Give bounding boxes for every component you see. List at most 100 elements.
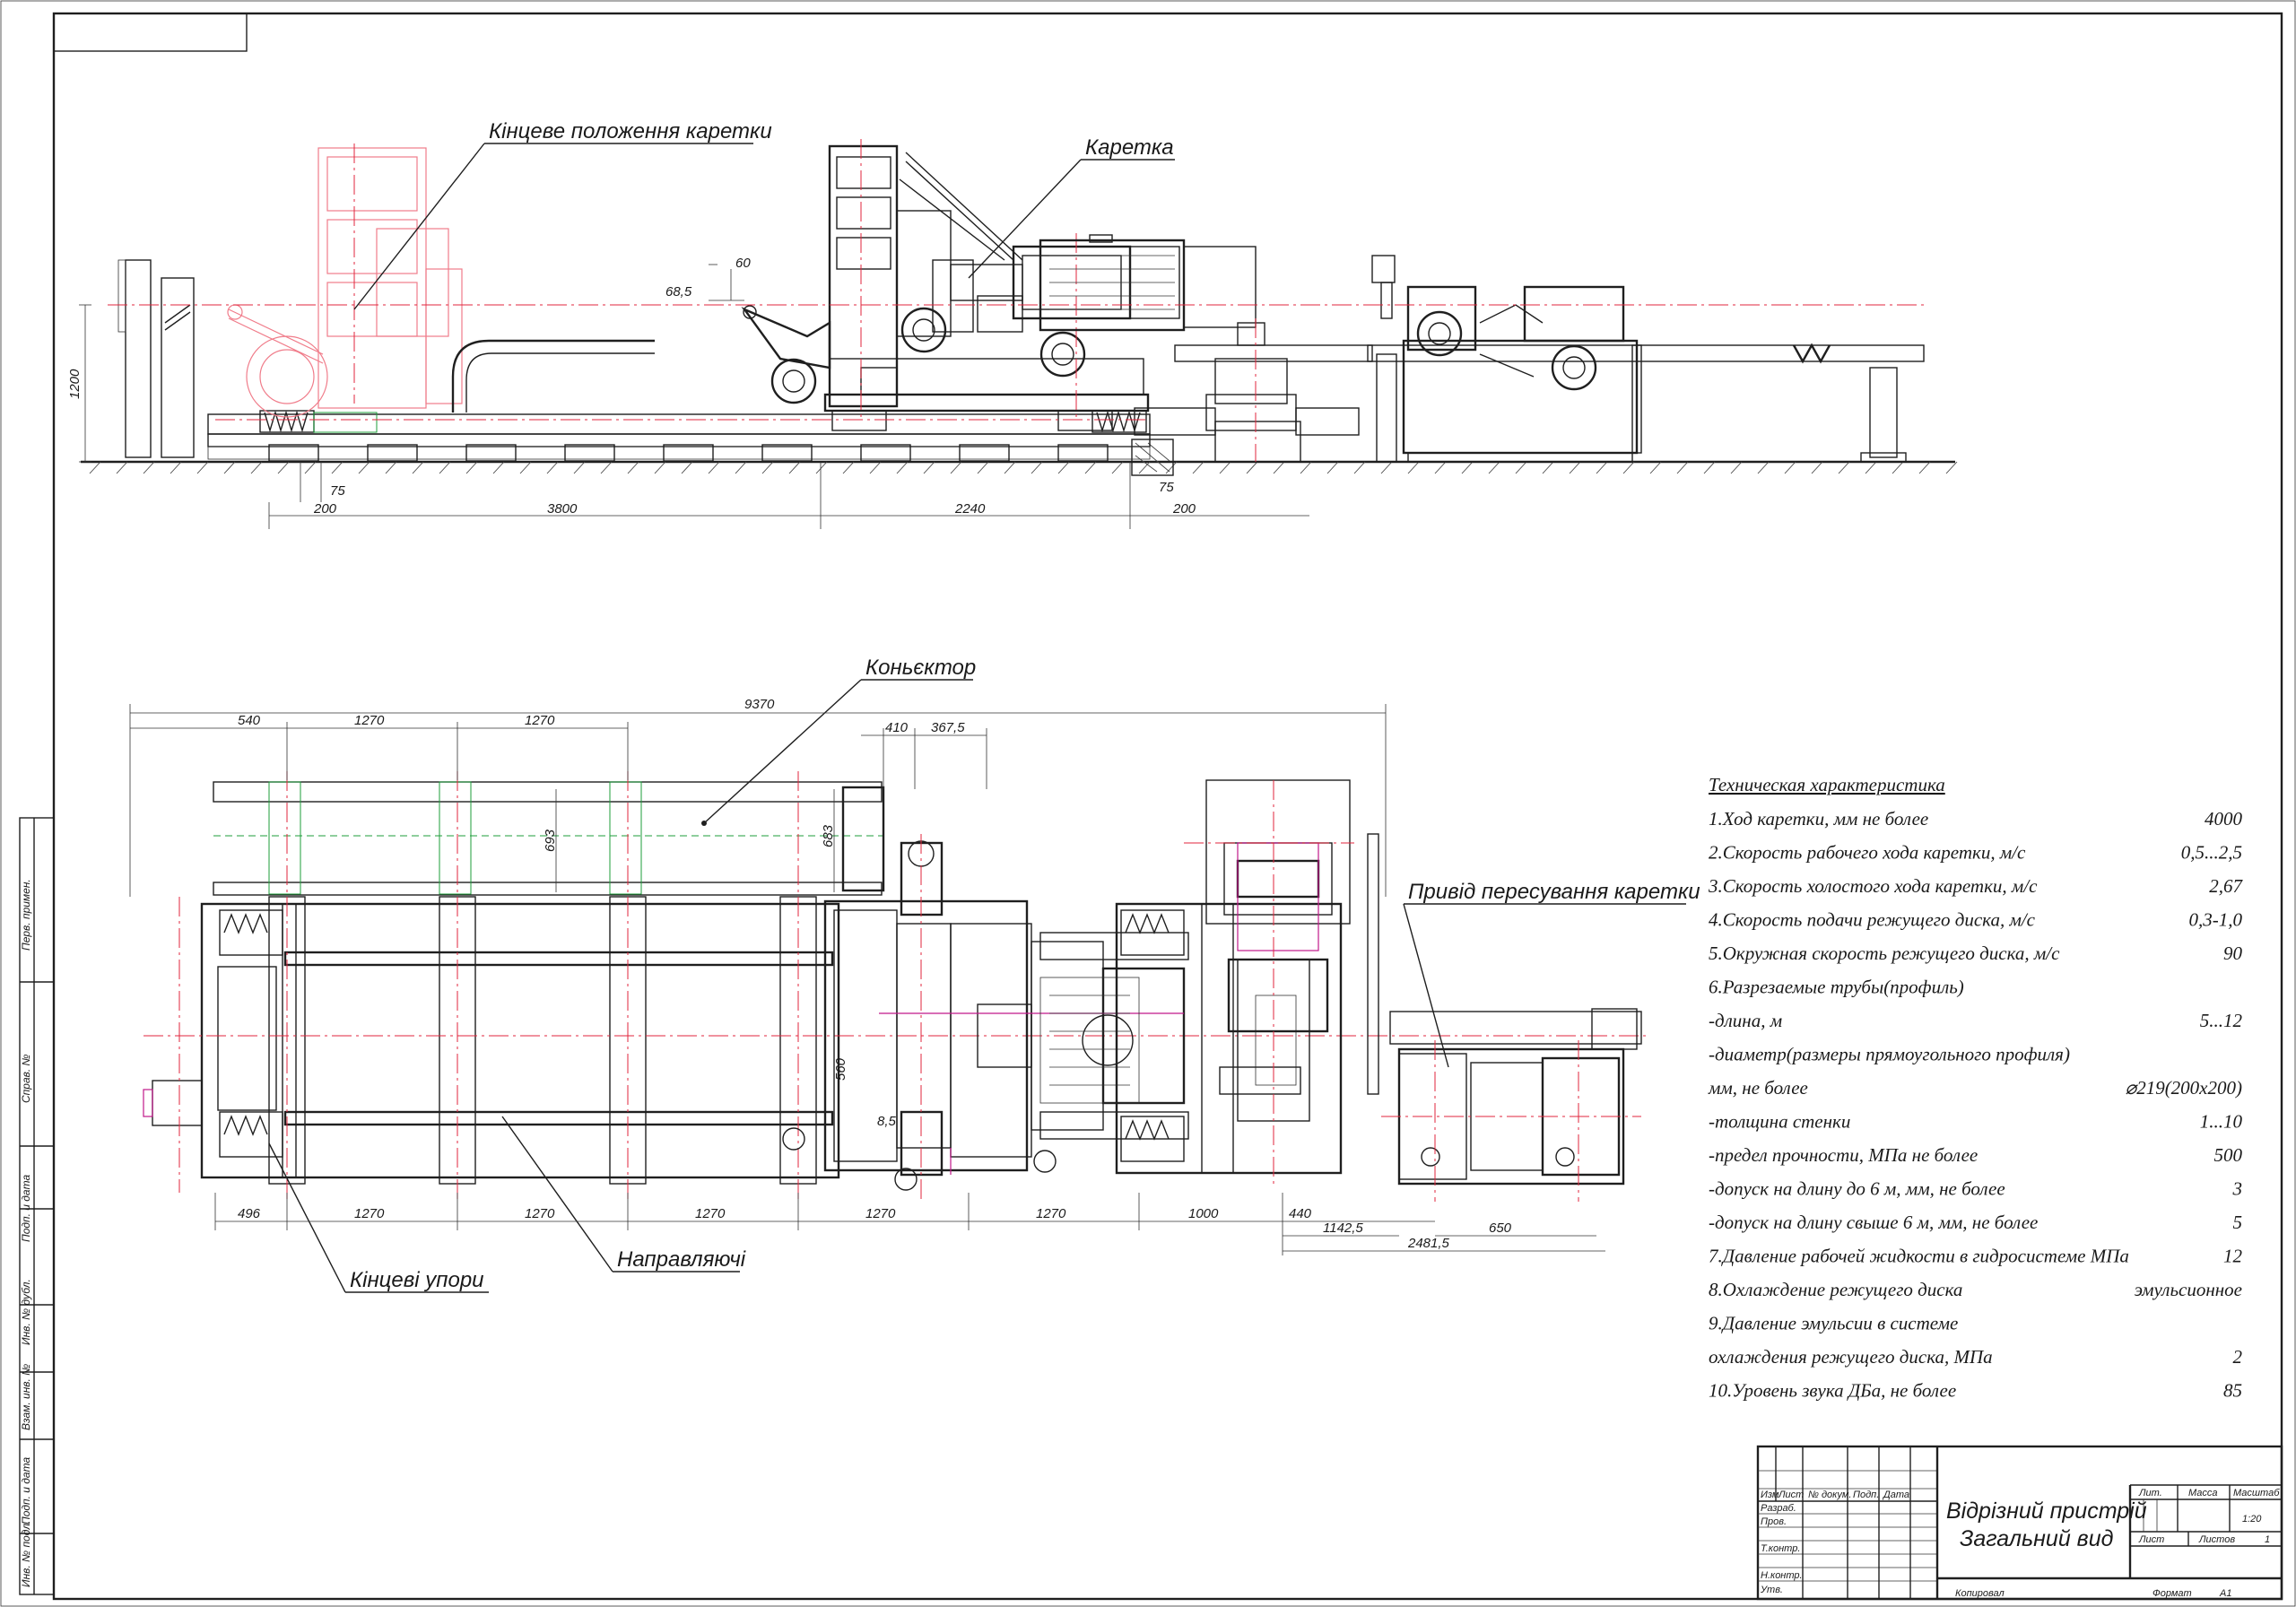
dim-693: 693 [543, 829, 558, 852]
spec-row-label: -допуск на длину свыше 6 м, мм, не более [1709, 1212, 2038, 1233]
spec-title: Техническая характеристика [1709, 774, 1945, 795]
spec-row-label: мм, не более [1708, 1077, 1808, 1099]
spec-row-label: 7.Давление рабочей жидкости в гидросисте… [1709, 1246, 2129, 1267]
spec-row-value: 1...10 [2200, 1111, 2243, 1133]
motor [1039, 234, 1257, 332]
spec-rows: 1.Ход каретки, мм не более 4000 2.Скорость… [1708, 808, 2244, 1402]
tb-name-line1: Відрізний пристрій [1946, 1498, 2147, 1524]
dim-3800: 3800 [547, 501, 578, 517]
tb-izm: Изм [1761, 1490, 1779, 1500]
spec-row-label: -диаметр(размеры прямоугольного профиля) [1709, 1044, 2070, 1065]
label-guides: Направляючі [617, 1247, 746, 1272]
stamp-perv-primen: Перв. примен. [20, 879, 32, 951]
stamp-podp-data-1: Подп. и дата [20, 1175, 32, 1242]
spec-row-value: 5...12 [2200, 1010, 2243, 1031]
dim-540: 540 [238, 713, 261, 728]
dim-560: 560 [833, 1057, 848, 1081]
dim-1270-g: 1270 [1036, 1206, 1066, 1221]
dim-1270-c: 1270 [354, 1206, 385, 1221]
engineering-drawing: Перв. примен. Справ. № Подп. и дата Инв.… [0, 0, 2296, 1607]
spec-row-value: эмульсионное [2135, 1279, 2242, 1300]
tb-doc: № докум. [1808, 1490, 1851, 1500]
dim-685: 68,5 [665, 284, 692, 300]
tb-sheet: Лист [2138, 1534, 2164, 1545]
spec-row-value: 0,3-1,0 [2189, 909, 2243, 931]
label-end-position: Кінцеве положення каретки [489, 119, 772, 143]
tb-sheets: Листов [2198, 1534, 2235, 1545]
plan-view: Коньєктор Привід пересування каретки Кін… [129, 656, 1700, 1293]
guide-posts [268, 896, 817, 1185]
dim-1270-f: 1270 [865, 1206, 896, 1221]
dim-75-a: 75 [330, 483, 345, 499]
dim-200-b: 200 [1172, 501, 1196, 517]
spec-row-value: ⌀219(200x200) [2126, 1077, 2242, 1099]
dim-75-b: 75 [1159, 480, 1174, 495]
carriage [741, 139, 1180, 431]
plan-dimensions: 9370 540 1270 1270 410 367,5 693 683 560… [129, 697, 1605, 1255]
spec-row-label: 5.Окружная скорость режущего диска, м/с [1709, 942, 2060, 964]
dim-1270-b: 1270 [525, 713, 555, 728]
spec-row-label: -толщина стенки [1709, 1111, 1850, 1133]
dim-1200: 1200 [67, 369, 83, 399]
stamp-sprav-no: Справ. № [20, 1054, 32, 1103]
rail-feet [268, 444, 1109, 462]
spec-row-value: 0,5...2,5 [2181, 842, 2242, 864]
label-conveyor: Коньєктор [865, 656, 976, 680]
drive-unit [1184, 779, 1354, 1184]
tb-format-label: Формат [2152, 1588, 2192, 1599]
spec-row-value: 2 [2233, 1346, 2243, 1368]
feeder-plan [1381, 1008, 1642, 1202]
spec-row-label: 6.Разрезаемые трубы(профиль) [1709, 977, 1964, 998]
dim-1270-e: 1270 [695, 1206, 726, 1221]
spec-row-label: 10.Уровень звука ДБа, не более [1709, 1380, 1956, 1402]
dim-24815: 2481,5 [1407, 1236, 1450, 1251]
spec-row-label: -длина, м [1709, 1010, 1782, 1031]
label-drive: Привід пересування каретки [1408, 880, 1700, 904]
dim-9370: 9370 [744, 697, 775, 712]
tb-utv: Утв. [1760, 1585, 1783, 1595]
dim-85: 8,5 [877, 1114, 897, 1129]
stamp-inv-podl: Инв. № подл. [20, 1521, 32, 1587]
side-dimensions: 1200 60 68,5 75 200 3800 2240 75 200 [67, 256, 1309, 529]
spec-row-value: 500 [2214, 1144, 2243, 1166]
spec-row-label: 1.Ход каретки, мм не более [1709, 808, 1928, 830]
dim-11425: 1142,5 [1323, 1220, 1363, 1236]
tb-format-value: A1 [2219, 1588, 2231, 1599]
tb-list: Лист [1778, 1490, 1804, 1500]
tb-lit: Лит. [2138, 1488, 2162, 1498]
dim-2240: 2240 [954, 501, 986, 517]
tb-copied: Копировал [1955, 1588, 2005, 1599]
spec-row-label: 2.Скорость рабочего хода каретки, м/с [1709, 842, 2026, 864]
tb-sign: Подп. [1853, 1490, 1879, 1500]
side-view: Кінцеве положення каретки Каретка 1200 6… [67, 119, 1958, 529]
spec-row-label: -допуск на длину до 6 м, мм, не более [1709, 1178, 2005, 1200]
spec-row-label: -предел прочности, МПа не более [1709, 1144, 1978, 1166]
tb-scale-value: 1:20 [2242, 1514, 2262, 1524]
dim-1000: 1000 [1188, 1206, 1219, 1221]
tb-razrab: Разраб. [1761, 1503, 1796, 1514]
dim-440: 440 [1289, 1206, 1312, 1221]
side-stamp: Перв. примен. Справ. № Подп. и дата Инв.… [19, 817, 55, 1595]
stamp-inv-dubl: Инв. № дубл. [20, 1279, 32, 1345]
dim-496: 496 [238, 1206, 261, 1221]
dim-1270-a: 1270 [354, 713, 385, 728]
tb-scale: Масштаб [2233, 1488, 2280, 1498]
title-block: Изм Лист № докум. Подп. Дата Разраб. Про… [1756, 1445, 2283, 1601]
spec-row-value: 5 [2233, 1212, 2243, 1233]
tb-prov: Пров. [1761, 1516, 1787, 1527]
dim-200-a: 200 [313, 501, 337, 517]
label-carriage: Каретка [1085, 135, 1174, 160]
spec-row-value: 2,67 [2209, 875, 2243, 897]
specifications: Техническая характеристика 1.Ход каретки… [1708, 774, 2244, 1402]
phantom-end-position [227, 143, 463, 418]
tb-name-line2: Загальний вид [1960, 1526, 2114, 1551]
dim-410: 410 [885, 720, 909, 735]
dim-1270-d: 1270 [525, 1206, 555, 1221]
tb-nkontr: Н.контр. [1761, 1570, 1803, 1581]
dim-3675: 367,5 [931, 720, 965, 735]
stamp-podp-data-2: Подп. и дата [20, 1457, 32, 1524]
tb-mass: Масса [2188, 1488, 2218, 1498]
dim-650: 650 [1489, 1220, 1512, 1236]
spec-row-label: 3.Скорость холостого хода каретки, м/с [1708, 875, 2038, 897]
label-end-stops: Кінцеві упори [350, 1268, 484, 1292]
